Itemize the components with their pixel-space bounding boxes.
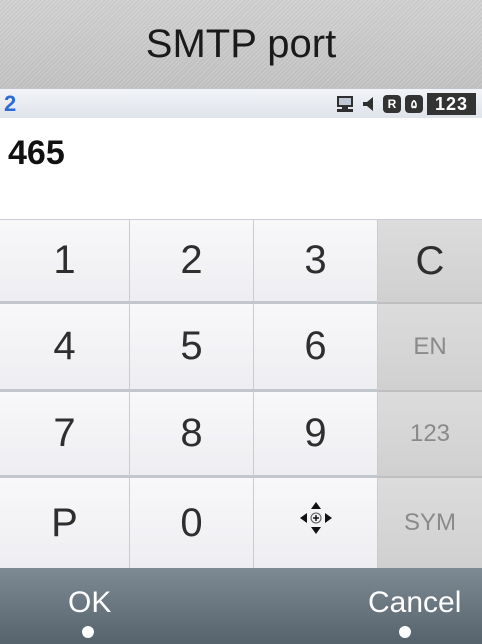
pc-connection-icon [335,94,355,114]
keypad: 1 2 3 C 4 5 6 EN 7 8 9 123 P 0 SYM [0,220,482,568]
language-en-key[interactable]: EN [378,304,482,392]
four-way-navigation-icon [296,498,336,548]
ok-indicator-dot [82,626,94,638]
status-bar: 2 R ۵ 123 [0,88,482,118]
title-bar: SMTP port [0,0,482,88]
box-icon: ۵ [404,95,423,113]
key-1[interactable]: 1 [0,220,130,304]
numeric-mode-key[interactable]: 123 [378,392,482,478]
key-7[interactable]: 7 [0,392,130,478]
speaker-icon [359,94,379,114]
cancel-softkey[interactable]: Cancel [368,586,461,620]
softkey-bar: OK Cancel [0,568,482,644]
key-8[interactable]: 8 [130,392,254,478]
key-9[interactable]: 9 [254,392,378,478]
key-4[interactable]: 4 [0,304,130,392]
status-icons: R ۵ 123 [335,93,476,115]
key-6[interactable]: 6 [254,304,378,392]
cancel-indicator-dot [399,626,411,638]
symbol-key[interactable]: SYM [378,478,482,568]
port-input-field[interactable]: 465 [0,118,482,220]
page-title: SMTP port [145,21,337,66]
key-p[interactable]: P [0,478,130,568]
character-count: 2 [4,91,17,116]
key-3[interactable]: 3 [254,220,378,304]
navigation-key[interactable] [254,478,378,568]
key-2[interactable]: 2 [130,220,254,304]
input-mode-badge: 123 [426,93,476,115]
key-0[interactable]: 0 [130,478,254,568]
ok-softkey[interactable]: OK [68,586,111,620]
r-box-icon: R [382,95,401,113]
clear-key[interactable]: C [378,220,482,304]
port-input-value: 465 [8,134,65,172]
key-5[interactable]: 5 [130,304,254,392]
